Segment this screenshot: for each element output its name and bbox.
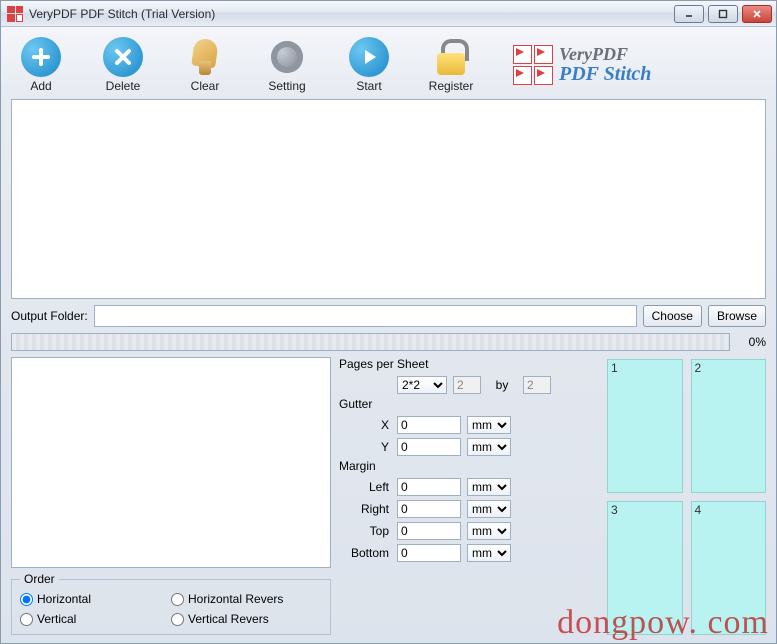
delete-label: Delete	[97, 79, 149, 93]
margin-bottom-unit[interactable]: mm	[467, 544, 511, 562]
order-panel: Order Horizontal Horizontal Revers Ve	[11, 357, 331, 635]
plus-icon	[21, 37, 61, 77]
gutter-x-input[interactable]	[397, 416, 461, 434]
progress-row: 0%	[11, 333, 766, 351]
order-legend: Order	[20, 572, 59, 586]
order-vertical-reverse[interactable]: Vertical Revers	[171, 612, 322, 626]
pages-per-sheet-label: Pages per Sheet	[339, 357, 599, 371]
margin-top-unit[interactable]: mm	[467, 522, 511, 540]
minimize-button[interactable]	[674, 5, 704, 23]
window-controls	[674, 5, 772, 23]
register-button[interactable]: Register	[425, 37, 477, 93]
margin-bottom-label: Bottom	[339, 546, 391, 560]
maximize-button[interactable]	[708, 5, 738, 23]
browse-button[interactable]: Browse	[708, 305, 766, 327]
by-label: by	[487, 378, 517, 392]
file-list[interactable]	[11, 99, 766, 299]
gear-icon	[267, 37, 307, 77]
order-vertical[interactable]: Vertical	[20, 612, 171, 626]
gutter-y-input[interactable]	[397, 438, 461, 456]
rows-input	[523, 376, 551, 394]
brand-icon	[513, 45, 553, 85]
app-icon	[7, 6, 23, 22]
order-horizontal-reverse-radio[interactable]	[171, 593, 184, 606]
margin-right-input[interactable]	[397, 500, 461, 518]
start-label: Start	[343, 79, 395, 93]
preview-cell: 1	[607, 359, 683, 493]
margin-bottom-input[interactable]	[397, 544, 461, 562]
add-button[interactable]: Add	[15, 37, 67, 93]
margin-right-label: Right	[339, 502, 391, 516]
titlebar: VeryPDF PDF Stitch (Trial Version)	[1, 1, 776, 27]
progress-bar	[11, 333, 730, 351]
preview-cell: 3	[607, 501, 683, 635]
order-fieldset: Order Horizontal Horizontal Revers Ve	[11, 572, 331, 635]
brand-logo: VeryPDF PDF Stitch	[513, 45, 651, 85]
progress-percent: 0%	[738, 335, 766, 349]
brand-line1: VeryPDF	[559, 45, 651, 64]
bottom-panels: Order Horizontal Horizontal Revers Ve	[11, 357, 766, 635]
margin-label: Margin	[339, 459, 599, 473]
margin-top-input[interactable]	[397, 522, 461, 540]
margin-right-unit[interactable]: mm	[467, 500, 511, 518]
output-row: Output Folder: Choose Browse	[11, 305, 766, 327]
output-label: Output Folder:	[11, 309, 88, 323]
play-icon	[349, 37, 389, 77]
order-horizontal-radio[interactable]	[20, 593, 33, 606]
toolbar: Add Delete Clear Setting Start Register	[1, 27, 776, 99]
order-vertical-radio[interactable]	[20, 613, 33, 626]
gutter-x-label: X	[339, 418, 391, 432]
start-button[interactable]: Start	[343, 37, 395, 93]
choose-button[interactable]: Choose	[643, 305, 702, 327]
add-label: Add	[15, 79, 67, 93]
cols-input	[453, 376, 481, 394]
broom-icon	[185, 37, 225, 77]
margin-left-label: Left	[339, 480, 391, 494]
order-horizontal[interactable]: Horizontal	[20, 592, 171, 606]
x-icon	[103, 37, 143, 77]
pages-per-sheet-select[interactable]: 2*2	[397, 376, 447, 394]
register-label: Register	[425, 79, 477, 93]
margin-left-input[interactable]	[397, 478, 461, 496]
setting-label: Setting	[261, 79, 313, 93]
setting-button[interactable]: Setting	[261, 37, 313, 93]
close-button[interactable]	[742, 5, 772, 23]
output-folder-input[interactable]	[94, 305, 637, 327]
order-horizontal-reverse[interactable]: Horizontal Revers	[171, 592, 322, 606]
gutter-label: Gutter	[339, 397, 599, 411]
order-vertical-reverse-radio[interactable]	[171, 613, 184, 626]
gutter-y-label: Y	[339, 440, 391, 454]
delete-button[interactable]: Delete	[97, 37, 149, 93]
window-title: VeryPDF PDF Stitch (Trial Version)	[29, 7, 674, 21]
layout-preview: 1 2 3 4	[607, 357, 766, 635]
app-window: VeryPDF PDF Stitch (Trial Version) Add D…	[0, 0, 777, 644]
preview-cell: 4	[691, 501, 767, 635]
margin-left-unit[interactable]: mm	[467, 478, 511, 496]
gutter-y-unit[interactable]: mm	[467, 438, 511, 456]
lock-icon	[431, 37, 471, 77]
preview-cell: 2	[691, 359, 767, 493]
clear-button[interactable]: Clear	[179, 37, 231, 93]
content-area: Output Folder: Choose Browse 0% Order Ho…	[1, 99, 776, 643]
preview-area	[11, 357, 331, 568]
margin-top-label: Top	[339, 524, 391, 538]
gutter-x-unit[interactable]: mm	[467, 416, 511, 434]
settings-panel: Pages per Sheet 2*2 by Gutter X mm	[339, 357, 599, 635]
clear-label: Clear	[179, 79, 231, 93]
brand-line2: PDF Stitch	[559, 64, 651, 85]
